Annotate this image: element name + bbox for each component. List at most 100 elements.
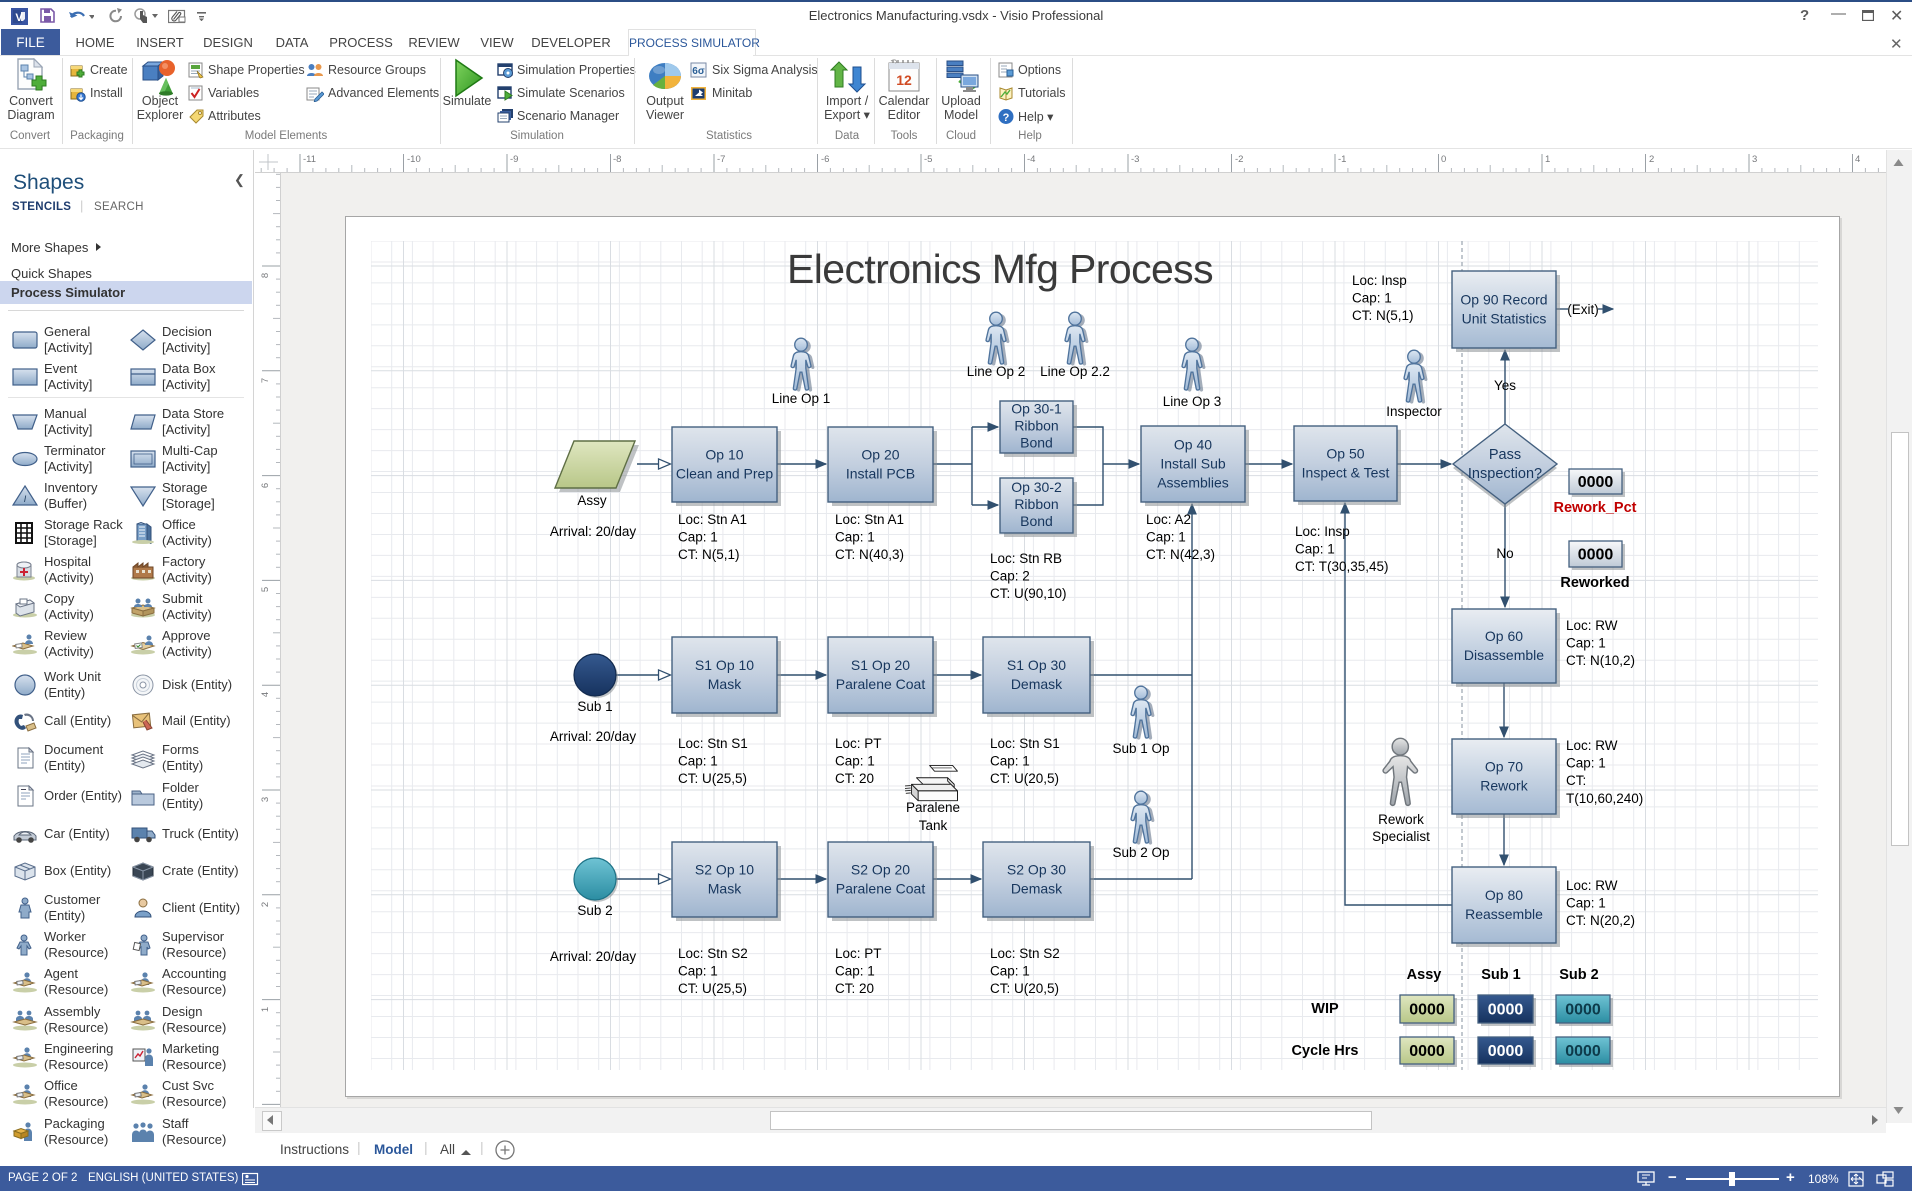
- svg-text:No: No: [1496, 546, 1513, 561]
- svg-text:T(10,60,240): T(10,60,240): [1566, 791, 1643, 806]
- svg-text:CT: N(10,2): CT: N(10,2): [1566, 653, 1635, 668]
- svg-text:CT: N(42,3): CT: N(42,3): [1146, 547, 1215, 562]
- svg-text:Yes: Yes: [1494, 378, 1516, 393]
- svg-text:Op 90 Record: Op 90 Record: [1460, 292, 1547, 308]
- svg-text:Unit Statistics: Unit Statistics: [1462, 311, 1547, 327]
- svg-text:Cap: 2: Cap: 2: [990, 569, 1030, 584]
- svg-text:Cap: 1: Cap: 1: [678, 530, 718, 545]
- svg-text:0000: 0000: [1565, 1043, 1601, 1060]
- svg-text:Cap: 1: Cap: 1: [835, 964, 875, 979]
- svg-text:Ribbon: Ribbon: [1014, 418, 1058, 434]
- svg-text:Loc: RW: Loc: RW: [1566, 738, 1618, 753]
- svg-text:Demask: Demask: [1011, 881, 1063, 897]
- svg-text:0000: 0000: [1409, 1043, 1445, 1060]
- svg-text:Line Op 1: Line Op 1: [772, 391, 831, 406]
- svg-text:S1 Op 10: S1 Op 10: [695, 657, 754, 673]
- svg-text:CT:: CT:: [1566, 773, 1586, 788]
- svg-text:Inspector: Inspector: [1386, 404, 1442, 419]
- svg-text:Sub 2: Sub 2: [577, 903, 612, 918]
- svg-text:Cap: 1: Cap: 1: [990, 754, 1030, 769]
- svg-text:WIP: WIP: [1311, 1001, 1339, 1017]
- svg-text:CT: N(5,1): CT: N(5,1): [678, 547, 740, 562]
- svg-text:Loc: Stn S1: Loc: Stn S1: [678, 736, 748, 751]
- svg-text:CT: U(25,5): CT: U(25,5): [678, 771, 747, 786]
- svg-text:6σ: 6σ: [692, 66, 705, 77]
- svg-text:Line Op 2.2: Line Op 2.2: [1040, 364, 1110, 379]
- svg-text:0000: 0000: [1578, 474, 1614, 491]
- svg-text:Paralene Coat: Paralene Coat: [836, 881, 926, 897]
- svg-text:CT: U(90,10): CT: U(90,10): [990, 586, 1067, 601]
- svg-text:Clean and Prep: Clean and Prep: [676, 466, 774, 482]
- svg-text:Reworked: Reworked: [1560, 575, 1629, 591]
- svg-text:Specialist: Specialist: [1372, 829, 1430, 844]
- svg-text:Cap: 1: Cap: 1: [990, 964, 1030, 979]
- svg-text:Rework: Rework: [1378, 812, 1424, 827]
- svg-text:?: ?: [1003, 112, 1010, 124]
- svg-text:S2 Op 10: S2 Op 10: [695, 862, 754, 878]
- svg-text:Electronics Mfg Process: Electronics Mfg Process: [787, 246, 1213, 292]
- svg-text:CT: U(20,5): CT: U(20,5): [990, 771, 1059, 786]
- svg-text:Assy: Assy: [577, 493, 607, 508]
- svg-text:CT: 20: CT: 20: [835, 771, 874, 786]
- svg-text:Bond: Bond: [1020, 435, 1053, 451]
- svg-text:S1 Op 20: S1 Op 20: [851, 657, 910, 673]
- svg-text:Bond: Bond: [1020, 513, 1053, 529]
- svg-text:Op 30-2: Op 30-2: [1011, 479, 1062, 495]
- svg-text:Cap: 1: Cap: 1: [835, 754, 875, 769]
- svg-text:Mask: Mask: [708, 676, 742, 692]
- svg-text:S2 Op 30: S2 Op 30: [1007, 862, 1066, 878]
- svg-text:Cap: 1: Cap: 1: [1566, 896, 1606, 911]
- svg-text:Loc: A2: Loc: A2: [1146, 512, 1191, 527]
- svg-text:Op 70: Op 70: [1485, 759, 1523, 775]
- svg-text:Sub 1: Sub 1: [577, 699, 612, 714]
- svg-text:Sub 1 Op: Sub 1 Op: [1112, 741, 1169, 756]
- svg-text:Op 50: Op 50: [1326, 446, 1364, 462]
- svg-text:Disassemble: Disassemble: [1464, 647, 1544, 663]
- svg-text:Install Sub: Install Sub: [1160, 456, 1226, 472]
- svg-text:Pass: Pass: [1489, 447, 1521, 463]
- svg-text:CT: N(20,2): CT: N(20,2): [1566, 913, 1635, 928]
- svg-text:Sub 2: Sub 2: [1559, 967, 1598, 983]
- svg-text:Mask: Mask: [708, 881, 742, 897]
- svg-text:Loc: Insp: Loc: Insp: [1295, 524, 1350, 539]
- svg-text:Install PCB: Install PCB: [846, 466, 915, 482]
- svg-text:Rework: Rework: [1480, 778, 1528, 794]
- svg-text:Line Op 3: Line Op 3: [1163, 394, 1222, 409]
- svg-text:Cap: 1: Cap: 1: [835, 530, 875, 545]
- svg-text:0000: 0000: [1409, 1002, 1445, 1019]
- svg-text:Arrival: 20/day: Arrival: 20/day: [550, 524, 637, 539]
- svg-text:S1 Op 30: S1 Op 30: [1007, 657, 1066, 673]
- svg-text:Assemblies: Assemblies: [1157, 475, 1229, 491]
- svg-text:Loc: RW: Loc: RW: [1566, 878, 1618, 893]
- svg-text:Ribbon: Ribbon: [1014, 496, 1058, 512]
- svg-text:Inspect & Test: Inspect & Test: [1302, 465, 1390, 481]
- svg-text:0000: 0000: [1565, 1002, 1601, 1019]
- svg-text:Loc: PT: Loc: PT: [835, 946, 882, 961]
- svg-text:Op 10: Op 10: [705, 447, 743, 463]
- svg-text:Cap: 1: Cap: 1: [678, 964, 718, 979]
- svg-text:Demask: Demask: [1011, 676, 1063, 692]
- svg-text:Op 60: Op 60: [1485, 628, 1523, 644]
- svg-text:Op 30-1: Op 30-1: [1011, 401, 1062, 417]
- svg-text:Sub 1: Sub 1: [1481, 967, 1520, 983]
- svg-text:Op 20: Op 20: [861, 447, 899, 463]
- svg-text:Sub 2 Op: Sub 2 Op: [1112, 845, 1169, 860]
- svg-text:(Exit): (Exit): [1567, 302, 1599, 317]
- svg-text:Tank: Tank: [919, 818, 948, 833]
- svg-text:CT: U(20,5): CT: U(20,5): [990, 981, 1059, 996]
- svg-text:Cap: 1: Cap: 1: [678, 754, 718, 769]
- svg-text:Cap: 1: Cap: 1: [1566, 636, 1606, 651]
- svg-text:Loc: Stn S2: Loc: Stn S2: [678, 946, 748, 961]
- svg-text:Loc: Stn A1: Loc: Stn A1: [835, 512, 904, 527]
- svg-text:Arrival: 20/day: Arrival: 20/day: [550, 729, 637, 744]
- svg-text:Loc: Stn S2: Loc: Stn S2: [990, 946, 1060, 961]
- svg-text:CT: N(5,1): CT: N(5,1): [1352, 308, 1414, 323]
- svg-text:Paralene Coat: Paralene Coat: [836, 676, 926, 692]
- svg-text:Op 40: Op 40: [1174, 437, 1212, 453]
- svg-text:Loc: PT: Loc: PT: [835, 736, 882, 751]
- svg-text:Reassemble: Reassemble: [1465, 906, 1543, 922]
- svg-text:Cycle Hrs: Cycle Hrs: [1292, 1043, 1359, 1059]
- svg-text:CT: U(25,5): CT: U(25,5): [678, 981, 747, 996]
- svg-text:Cap: 1: Cap: 1: [1566, 756, 1606, 771]
- svg-text:Cap: 1: Cap: 1: [1146, 530, 1186, 545]
